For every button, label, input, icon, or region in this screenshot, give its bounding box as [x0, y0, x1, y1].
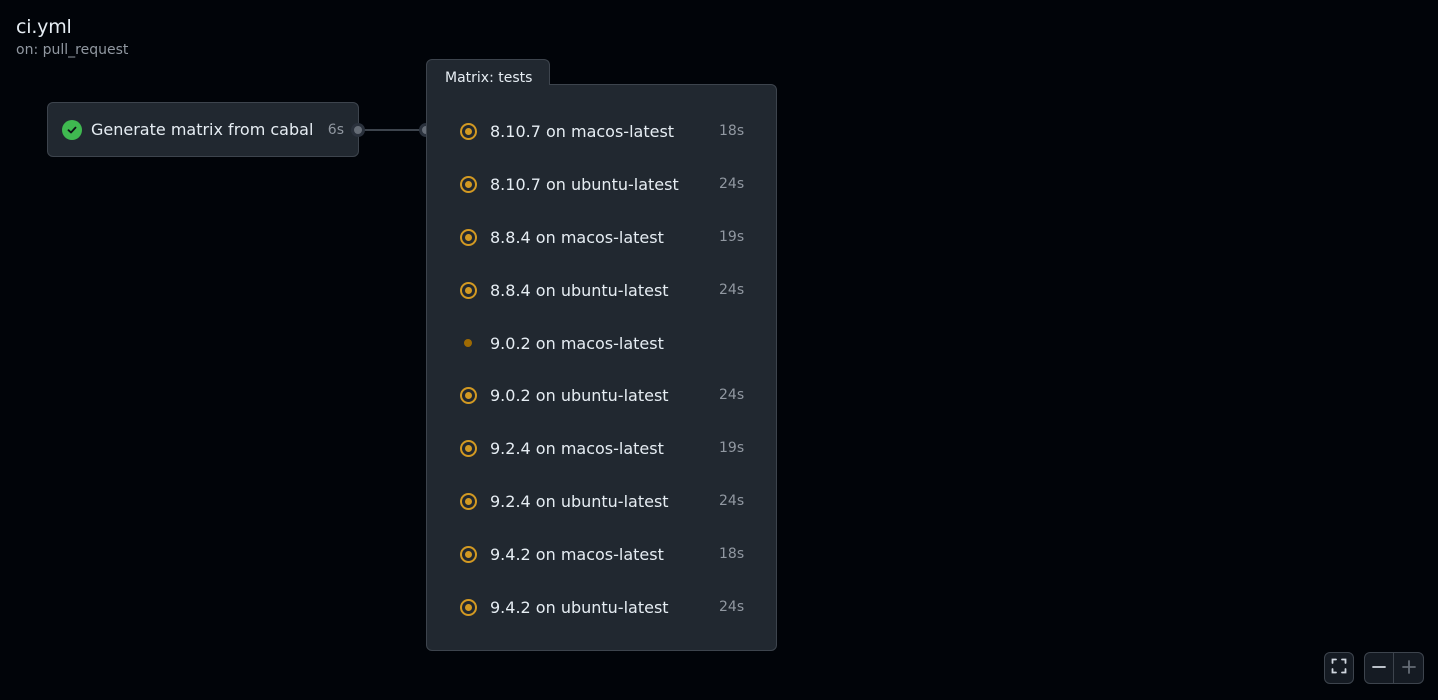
workflow-trigger: on: pull_request	[16, 42, 129, 58]
in-progress-icon	[459, 175, 477, 193]
matrix-job-label: 8.10.7 on ubuntu-latest	[490, 174, 679, 194]
success-check-icon	[62, 119, 82, 140]
job-name: Generate matrix from cabal	[91, 120, 314, 139]
zoom-out-button[interactable]	[1364, 652, 1394, 684]
zoom-in-button[interactable]	[1393, 652, 1424, 684]
fullscreen-icon	[1331, 658, 1347, 678]
matrix-job-time: 19s	[719, 229, 745, 245]
matrix-job-item[interactable]: 9.2.4 on macos-latest 19s	[459, 433, 759, 463]
in-progress-icon	[459, 122, 477, 140]
minus-icon	[1372, 659, 1386, 678]
matrix-job-label: 8.8.4 on macos-latest	[490, 227, 664, 247]
matrix-job-item[interactable]: 8.10.7 on ubuntu-latest 24s	[459, 169, 759, 199]
matrix-job-time: 24s	[719, 176, 745, 192]
matrix-job-label: 9.4.2 on macos-latest	[490, 544, 664, 564]
matrix-job-item[interactable]: 8.10.7 on macos-latest 18s	[459, 116, 759, 146]
workflow-title[interactable]: ci.yml	[16, 16, 128, 38]
matrix-job-item[interactable]: 9.0.2 on ubuntu-latest 24s	[459, 380, 759, 410]
in-progress-icon	[459, 439, 477, 457]
matrix-job-label: 9.2.4 on macos-latest	[490, 438, 664, 458]
in-progress-icon	[459, 281, 477, 299]
in-progress-icon	[459, 228, 477, 246]
workflow-header: ci.yml on: pull_request	[16, 16, 128, 58]
job-card-generate-matrix[interactable]: Generate matrix from cabal 6s	[47, 102, 359, 157]
matrix-job-item[interactable]: 8.8.4 on macos-latest 19s	[459, 222, 759, 252]
matrix-job-time: 24s	[719, 387, 745, 403]
matrix-job-label: 8.10.7 on macos-latest	[490, 121, 675, 141]
matrix-tab: Matrix: tests	[426, 59, 550, 86]
plus-icon	[1401, 659, 1416, 678]
fullscreen-button[interactable]	[1324, 652, 1354, 684]
matrix-job-label: 9.2.4 on ubuntu-latest	[490, 491, 669, 511]
job-connector-line	[358, 129, 426, 131]
job-duration: 6s	[327, 121, 344, 138]
in-progress-icon	[459, 598, 477, 616]
in-progress-icon	[459, 492, 477, 510]
matrix-job-time: 19s	[719, 440, 745, 456]
matrix-panel: 8.10.7 on macos-latest 18s 8.10.7 on ubu…	[426, 84, 777, 651]
matrix-job-time: 24s	[719, 493, 745, 509]
matrix-job-item[interactable]: 9.4.2 on ubuntu-latest 24s	[459, 592, 759, 622]
matrix-job-item[interactable]: 9.0.2 on macos-latest	[459, 328, 759, 358]
matrix-job-time: 24s	[719, 599, 745, 615]
connector-out-dot	[351, 123, 365, 137]
matrix-job-time: 18s	[719, 546, 745, 562]
matrix-job-label: 9.0.2 on macos-latest	[490, 333, 664, 353]
matrix-job-time: 18s	[719, 123, 745, 139]
matrix-job-label: 9.4.2 on ubuntu-latest	[490, 597, 669, 617]
matrix-job-time: 24s	[719, 282, 745, 298]
matrix-job-item[interactable]: 8.8.4 on ubuntu-latest 24s	[459, 275, 759, 305]
in-progress-icon	[459, 386, 477, 404]
matrix-job-label: 8.8.4 on ubuntu-latest	[490, 280, 669, 300]
queued-icon	[459, 334, 477, 352]
matrix-job-item[interactable]: 9.4.2 on macos-latest 18s	[459, 539, 759, 569]
in-progress-icon	[459, 545, 477, 563]
matrix-job-item[interactable]: 9.2.4 on ubuntu-latest 24s	[459, 486, 759, 516]
matrix-job-label: 9.0.2 on ubuntu-latest	[490, 385, 669, 405]
